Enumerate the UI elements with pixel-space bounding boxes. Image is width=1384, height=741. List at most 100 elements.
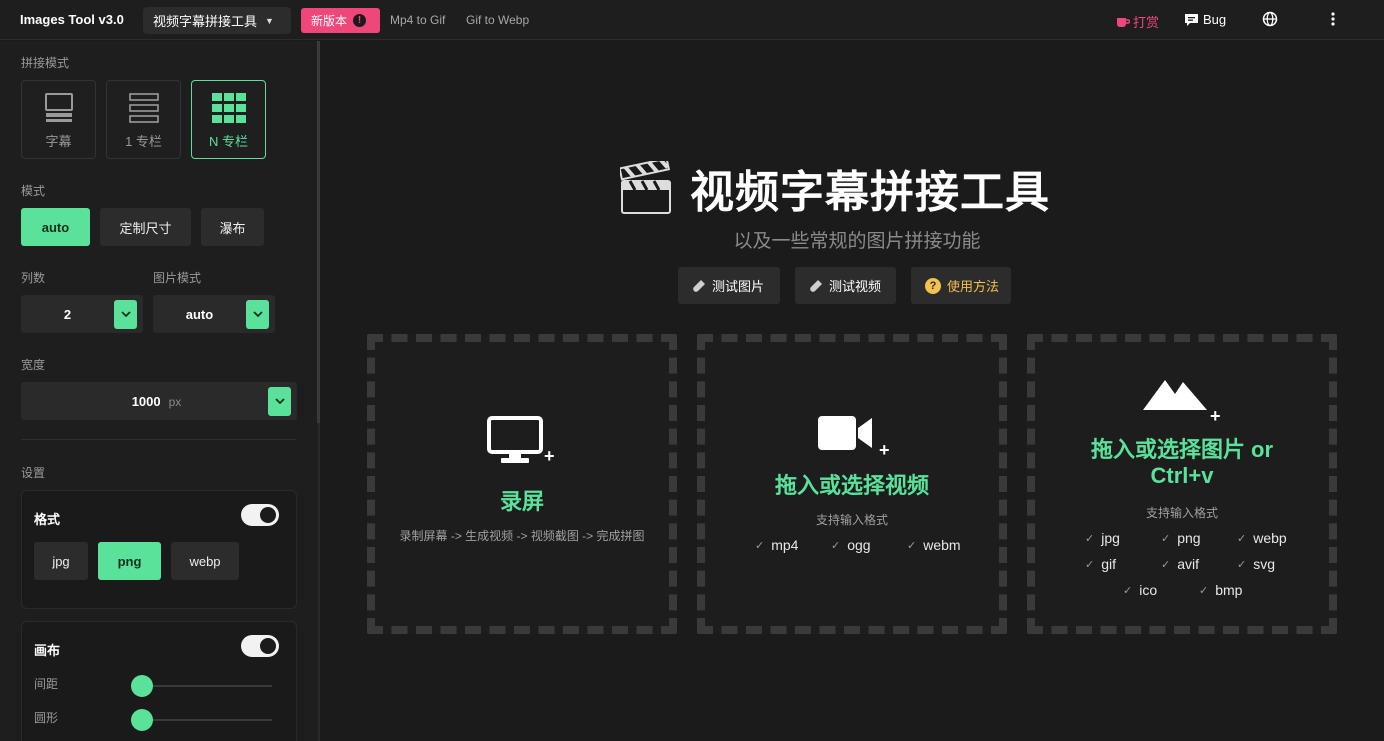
mode-subtitle-label: 字幕 bbox=[45, 134, 72, 149]
image-mode-select[interactable]: auto bbox=[153, 295, 275, 333]
check-icon: ✓ bbox=[1237, 558, 1247, 571]
check-icon: ✓ bbox=[1161, 532, 1171, 545]
alert-icon: ! bbox=[353, 14, 367, 27]
spacing-slider-thumb[interactable] bbox=[131, 675, 153, 697]
mode-n-column-label: N 专栏 bbox=[208, 134, 248, 149]
donate-label: 打赏 bbox=[1133, 15, 1160, 30]
clapperboard-icon bbox=[620, 161, 671, 214]
toggle-knob bbox=[260, 638, 276, 654]
grid-layout-icon bbox=[211, 93, 246, 123]
record-screen-card[interactable]: + 录屏 录制屏幕 -> 生成视频 -> 视频截图 -> 完成拼图 bbox=[367, 334, 677, 634]
check-icon: ✓ bbox=[1123, 584, 1133, 597]
mode-n-column-card[interactable]: N 专栏 bbox=[191, 80, 266, 159]
plus-icon: + bbox=[879, 440, 890, 460]
sidebar-divider bbox=[21, 439, 296, 440]
image-drop-zone[interactable]: + 拖入或选择图片 or Ctrl+v 支持输入格式 ✓ jpg ✓ png ✓ we… bbox=[1027, 334, 1337, 634]
check-icon: ✓ bbox=[1199, 584, 1209, 597]
format-name: mp4 bbox=[771, 537, 799, 553]
format-item: ✓ webp bbox=[1237, 530, 1287, 546]
round-slider-track[interactable] bbox=[132, 719, 272, 721]
image-formats-label: 支持输入格式 bbox=[1145, 506, 1218, 520]
new-version-button[interactable]: 新版本 ! bbox=[301, 8, 380, 33]
format-webp-button[interactable]: webp bbox=[171, 542, 239, 580]
settings-sidebar: 拼接模式 字幕 1 专栏 N 专栏 模式 auto 定制尺寸 瀑布 列数 图片模… bbox=[0, 41, 320, 741]
format-name: webp bbox=[1253, 530, 1287, 546]
test-tube-icon bbox=[810, 279, 822, 292]
format-item: ✓ bmp bbox=[1199, 582, 1242, 598]
canvas-toggle[interactable] bbox=[241, 635, 279, 657]
width-value: 1000 bbox=[131, 393, 161, 409]
question-icon: ? bbox=[925, 277, 941, 294]
image-mode-label: 图片模式 bbox=[153, 271, 202, 285]
image-title-line2: Ctrl+v bbox=[1150, 463, 1214, 488]
chevron-down-icon bbox=[268, 386, 291, 416]
video-drop-zone[interactable]: + 拖入或选择视频 支持输入格式 ✓ mp4 ✓ ogg ✓ webm bbox=[697, 334, 1007, 634]
mode-one-column-card[interactable]: 1 专栏 bbox=[106, 80, 181, 159]
record-desc: 录制屏幕 -> 生成视频 -> 视频截图 -> 完成拼图 bbox=[399, 529, 645, 543]
more-menu-icon[interactable] bbox=[1325, 11, 1341, 27]
round-slider-thumb[interactable] bbox=[131, 709, 153, 731]
canvas-panel: 画布 间距 圆形 bbox=[21, 621, 297, 741]
width-input[interactable]: 1000 px bbox=[21, 382, 297, 420]
format-item: ✓ gif bbox=[1085, 556, 1116, 572]
hero-subtitle: 以及一些常规的图片拼接功能 bbox=[733, 231, 981, 252]
usage-help-button[interactable]: ? 使用方法 bbox=[911, 267, 1011, 304]
format-name: bmp bbox=[1215, 582, 1243, 598]
check-icon: ✓ bbox=[907, 539, 917, 552]
cup-icon bbox=[1117, 17, 1130, 27]
round-label: 圆形 bbox=[34, 711, 59, 725]
format-png-button[interactable]: png bbox=[98, 542, 161, 580]
check-icon: ✓ bbox=[1085, 558, 1095, 571]
video-title: 拖入或选择视频 bbox=[774, 473, 929, 498]
format-item: ✓ ogg bbox=[831, 537, 871, 553]
width-field: 1000 px bbox=[21, 394, 268, 409]
format-name: svg bbox=[1253, 556, 1276, 572]
chevron-down-icon bbox=[114, 299, 137, 329]
test-video-label: 测试视频 bbox=[829, 279, 882, 294]
one-column-layout-icon bbox=[128, 93, 159, 123]
format-item: ✓ jpg bbox=[1085, 530, 1120, 546]
gif-to-webp-link[interactable]: Gif to Webp bbox=[466, 13, 529, 27]
spacing-slider-track[interactable] bbox=[132, 685, 272, 687]
spacing-label: 间距 bbox=[34, 677, 59, 691]
format-title: 格式 bbox=[34, 512, 61, 527]
check-icon: ✓ bbox=[831, 539, 841, 552]
chat-icon bbox=[1185, 13, 1198, 26]
mp4-to-gif-link[interactable]: Mp4 to Gif bbox=[390, 13, 445, 27]
image-mode-value: auto bbox=[185, 306, 214, 322]
columns-select[interactable]: 2 bbox=[21, 295, 143, 333]
check-icon: ✓ bbox=[1085, 532, 1095, 545]
new-version-label: 新版本 bbox=[311, 14, 348, 28]
test-video-button[interactable]: 测试视频 bbox=[795, 267, 896, 304]
format-name: webm bbox=[923, 537, 961, 553]
tool-select[interactable]: 视频字幕拼接工具 ▼ bbox=[143, 7, 291, 34]
format-item: ✓ ico bbox=[1123, 582, 1157, 598]
app-brand: Images Tool v3.0 bbox=[20, 12, 124, 27]
format-item: ✓ svg bbox=[1237, 556, 1275, 572]
check-icon: ✓ bbox=[755, 539, 765, 552]
mode-subtitle-card[interactable]: 字幕 bbox=[21, 80, 96, 159]
format-name: jpg bbox=[1101, 530, 1120, 546]
format-jpg-button[interactable]: jpg bbox=[34, 542, 88, 580]
width-unit: px bbox=[168, 394, 182, 409]
bug-report-link[interactable]: Bug bbox=[1184, 12, 1226, 27]
test-image-label: 测试图片 bbox=[712, 279, 765, 294]
language-globe-icon[interactable] bbox=[1262, 11, 1278, 27]
format-item: ✓ mp4 bbox=[755, 537, 798, 553]
bug-label: Bug bbox=[1203, 12, 1227, 27]
format-name: gif bbox=[1101, 556, 1117, 572]
check-icon: ✓ bbox=[1161, 558, 1171, 571]
record-title: 录屏 bbox=[499, 489, 544, 514]
chevron-down-icon bbox=[246, 299, 269, 329]
format-item: ✓ avif bbox=[1161, 556, 1199, 572]
chevron-down-icon: ▼ bbox=[265, 15, 274, 26]
test-image-button[interactable]: 测试图片 bbox=[678, 267, 780, 304]
settings-label: 设置 bbox=[21, 466, 46, 480]
image-title-line1: 拖入或选择图片 or bbox=[1090, 437, 1274, 462]
stitch-mode-label: 拼接模式 bbox=[21, 56, 70, 70]
format-name: ogg bbox=[847, 537, 871, 553]
test-tube-icon bbox=[693, 279, 705, 292]
format-toggle[interactable] bbox=[241, 504, 279, 526]
format-name: png bbox=[1177, 530, 1201, 546]
donate-link[interactable]: 打赏 bbox=[1116, 12, 1159, 31]
